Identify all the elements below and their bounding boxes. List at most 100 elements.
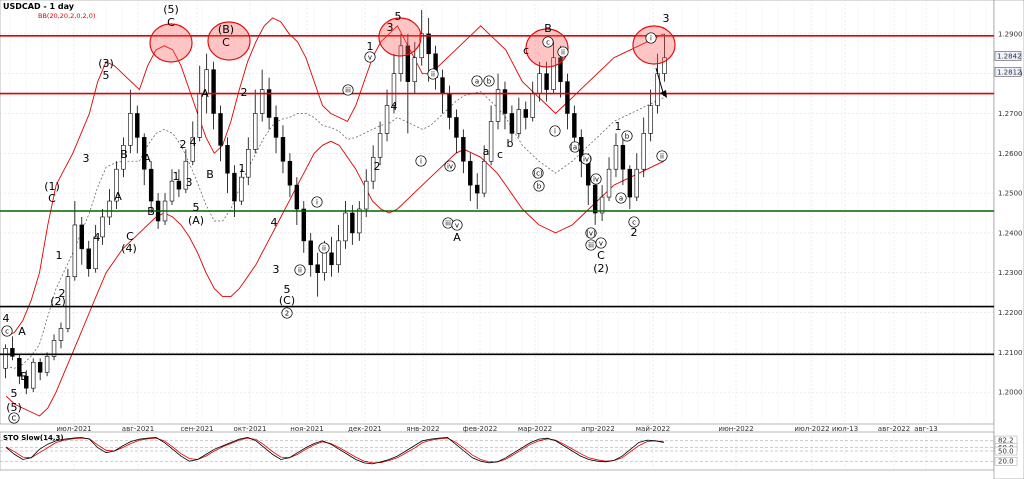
wave-label: C [597,249,605,262]
y-tick-label: 1.2000 [998,389,1023,397]
x-tick-label: ноя-2021 [290,425,323,433]
wave-label: (5) [6,401,22,414]
sto-tick-label: 50.0 [998,448,1014,456]
wave-label-circled: i [420,158,422,166]
y-tick-label: 1.2200 [998,309,1023,317]
candle-body [572,113,577,138]
wave-label-circled: (iv) [580,156,592,164]
wave-label: 1 [56,249,63,262]
wave-label: 1 [615,120,622,133]
wave-label: 5 [103,69,110,82]
wave-label-circled: c [546,39,550,47]
candle-body [322,252,327,274]
x-tick-label: май-2022 [636,425,670,433]
candle-body [620,145,626,170]
wave-label: B [544,22,552,35]
wave-label: C [167,16,175,29]
wave-label-circled: a [619,195,623,203]
candle-body [72,224,78,277]
x-tick-label: дек-2021 [348,425,382,433]
candle-body [280,137,286,162]
x-tick-label: сен-2021 [180,425,213,433]
candle-body [329,252,334,266]
x-tick-label: мар-2022 [518,425,552,433]
wave-label-circled: iii [345,87,351,95]
candle-body [627,168,633,198]
x-tick-label: авг-13 [914,425,938,433]
x-tick-label: июл-2022 [794,425,829,433]
sto-tick: 50.0 [994,446,1018,456]
candle-body [148,168,154,202]
wave-label: 2 [180,138,187,151]
wave-label: 5 [395,10,402,23]
wave-label: 4 [391,100,398,113]
candle-body [544,73,549,90]
x-tick-label: апр-2022 [581,425,615,433]
wave-label-circled: 2 [285,310,289,318]
candle-body [481,160,487,194]
wave-label: (4) [121,242,137,255]
wave-label: B [20,370,28,383]
candle-body [613,145,619,170]
x-axis-ticks: июл-2021 авг-2021 сен-2021 окт-2021 ноя-2021… [56,425,937,433]
wave-label: (C) [279,294,295,307]
candle-body [565,81,570,114]
candle-body [135,113,140,138]
candle-body [447,93,452,118]
x-tick-label: авг-2022 [878,425,910,433]
candle-body [530,93,535,118]
candle-body [440,77,445,94]
x-tick-label: фев-2022 [463,425,498,433]
candle-body [197,93,202,138]
candle-body [31,361,36,389]
wave-label-circled: ii [298,267,302,275]
candle-body [169,180,175,202]
wave-label: (B) [218,23,234,36]
wave-label: c [523,44,529,57]
candle-body [308,240,313,266]
wave-label: 1 [173,170,180,183]
wave-label: (A) [188,214,204,227]
candle-body [315,264,320,274]
wave-label: 4 [271,216,278,229]
candle-body [475,184,480,194]
candle-body [648,105,653,134]
wave-label-circled: b [487,78,492,86]
wave-label: B [206,168,214,181]
wave-label: 2 [241,86,248,99]
wave-label: 4 [190,136,197,149]
x-tick-label: июл-2021 [56,425,91,433]
candle-body [468,160,473,186]
x-tick-label: июн-2022 [718,425,753,433]
wave-label: 1 [367,40,374,53]
y-tick-label: 1.2600 [998,150,1023,158]
candle-body [37,361,43,373]
wave-label: 2 [631,226,638,239]
chart-title: USDCAD - 1 day [3,2,75,11]
y-tick-label: 1.2100 [998,349,1023,357]
candle-body [3,348,8,369]
candle-body [239,176,244,202]
wave-label-circled: iii [588,242,594,250]
candle-body [586,160,591,186]
candle-body [509,113,515,134]
y-tick-label: 1.2300 [998,269,1023,277]
wave-label: 5 [193,201,200,214]
wave-label-circled: v [455,222,459,230]
wave-label-circled: v [368,54,372,62]
candle-body [454,117,459,138]
wave-label: a [483,145,490,158]
wave-label: 3 [273,263,280,276]
x-tick-label: окт-2021 [234,425,267,433]
wave-label-circled: (a) [570,144,580,152]
candle-body [65,276,71,329]
price-tag-label: 1.2812 [997,68,1022,76]
sto-tick: 20.0 [994,457,1018,466]
candle-body [461,137,466,162]
wave-label-circled: ii [322,245,326,253]
price-tag-label: 1.2842 [997,52,1022,60]
wave-label: c [497,148,503,161]
wave-label-circled: ii [660,153,664,161]
wave-label-circled: (v) [586,230,596,238]
wave-label: B [120,148,128,161]
